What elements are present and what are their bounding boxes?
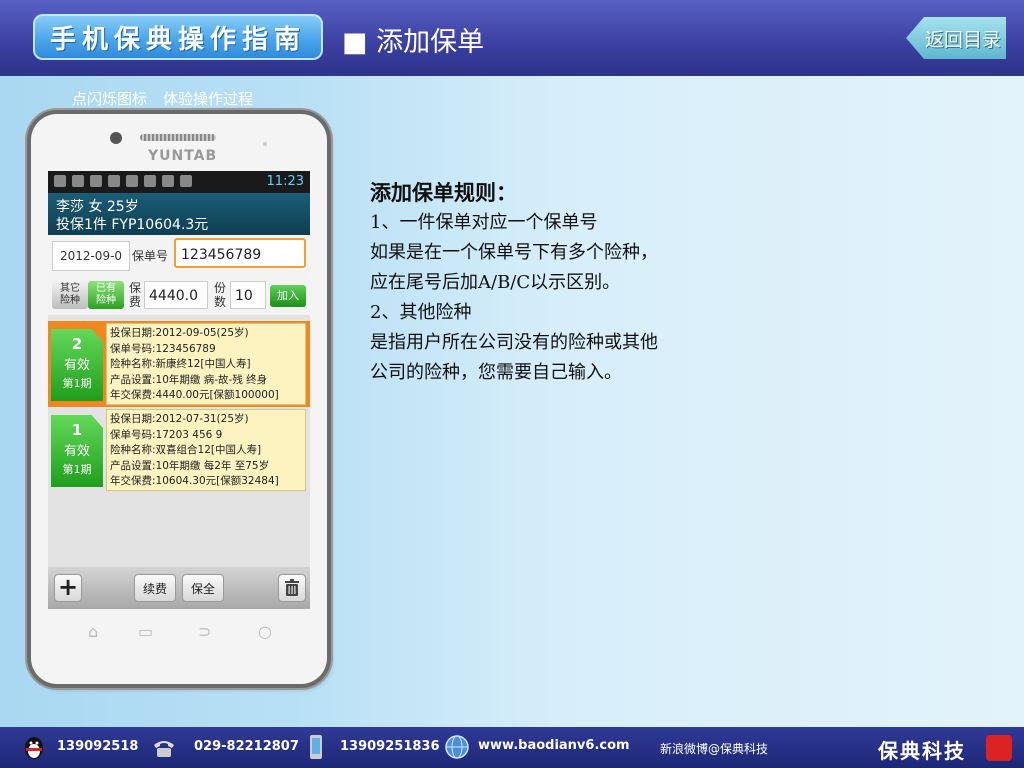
policy-info-line: 投保日期:2012-07-31(25岁) [110,413,249,425]
usb-icon [54,175,66,187]
add-policy-button[interactable]: 加入 [270,285,306,307]
rules-line: 2、其他险种 [370,302,472,323]
rules-line: 如果是在一个保单号下有多个险种， [370,242,658,263]
policy-info-line: 年交保费:4440.00元[保额100000] [110,389,279,402]
policy-card[interactable]: 1 有效 第1期 投保日期:2012-07-31(25岁) 保单号码:17203… [48,407,310,493]
footer-website[interactable]: www.baodianv6.com [478,738,630,753]
status-time: 11:23 [266,174,304,189]
signal-icon [162,175,174,187]
status-icons [54,175,192,187]
header-bar: 手机保典操作指南 ■ 添加保单 返回目录 [0,0,1024,76]
camera-icon [110,132,122,144]
qty-input[interactable]: 10 [230,281,266,309]
android-icon [72,175,84,187]
hint-part1: 点闪烁图标 [72,90,148,108]
policy-info-line: 保单号码:17203 456 9 [110,428,223,441]
rules-panel: 添加保单规则： 1、一件保单对应一个保单号 如果是在一个保单号下有多个险种， 应… [370,178,658,388]
footer-qq: 139092518 [57,739,139,754]
rules-heading: 添加保单规则： [370,180,517,205]
footer-tel: 029-82212807 [194,739,299,754]
notification-icon [108,175,120,187]
sensor-dot [263,142,267,146]
add-icon[interactable]: + [54,574,82,602]
hint-part2: 体验操作过程 [163,90,254,108]
renew-button[interactable]: 续费 [134,574,176,602]
clock-icon [126,175,138,187]
policy-no-label: 保单号 [132,249,169,263]
mobile-phone-icon [310,735,322,759]
footer-mobile: 13909251836 [340,739,440,754]
policy-badge: 2 有效 第1期 [51,329,103,401]
back-icon[interactable]: ⊃ [198,622,211,641]
app-icon [90,175,102,187]
policy-info-line: 产品设置:10年期缴 病-故-残 终身 [110,373,268,386]
back-to-contents-button[interactable]: 返回目录 [906,17,1006,59]
status-bar: 11:23 [48,171,310,193]
rules-line: 是指用户所在公司没有的险种或其他 [370,332,658,353]
back-button-label: 返回目录 [924,28,1001,51]
tab-existing-insurance[interactable]: 已有 险种 [88,281,124,309]
search-icon[interactable]: ○ [258,622,272,641]
rules-line: 1、一件保单对应一个保单号 [370,212,598,233]
policy-card[interactable]: 2 有效 第1期 投保日期:2012-09-05(25岁) 保单号码:12345… [48,321,310,407]
policy-info: 投保日期:2012-09-05(25岁) 保单号码:123456789 险种名称… [106,323,306,405]
tab-other-insurance[interactable]: 其它 险种 [52,281,88,309]
policy-info: 投保日期:2012-07-31(25岁) 保单号码:17203 456 9 险种… [106,409,306,491]
customer-fyp-line: 投保1件 FYP10604.3元 [56,217,209,233]
guide-logo: 手机保典操作指南 [33,14,323,60]
policy-info-line: 年交保费:10604.30元[保额32484] [110,475,279,488]
phone-softkeys: ⌂ ▭ ⊃ ○ [48,622,310,652]
battery-icon [180,175,192,187]
policy-info-line: 投保日期:2012-09-05(25岁) [110,327,249,339]
policy-status: 有效 [63,444,90,459]
home-icon[interactable]: ⌂ [88,622,98,641]
policy-info-line: 产品设置:10年期缴 每2年 至75岁 [110,459,270,472]
customer-summary: 李莎 女 25岁 投保1件 FYP10604.3元 [48,193,310,235]
date-field[interactable]: 2012-09-0 [52,241,130,271]
menu-icon[interactable]: ▭ [138,622,153,641]
rules-line: 应在尾号后加A/B/C以示区别。 [370,272,621,293]
trash-glyph [285,579,299,596]
policy-info-line: 险种名称:新康终12[中国人寿] [110,358,251,371]
policy-period: 第1期 [62,377,92,390]
policy-input-row: 2012-09-0 保单号 123456789 [48,235,310,275]
policy-info-line: 险种名称:双喜组合12[中国人寿] [110,444,262,457]
footer-bar: 139092518 029-82212807 13909251836 www.b… [0,727,1024,768]
policy-period: 第1期 [62,463,92,476]
hint-text: 点闪烁图标 体验操作过程 [72,88,269,109]
phone-brand: YUNTAB [148,148,218,164]
policy-number: 2 [71,335,83,353]
insurance-tab-row: 其它 险种 已有 险种 保 费 4440.0 份 数 10 加入 [48,275,310,315]
fee-input[interactable]: 4440.0 [144,281,208,309]
fee-label: 保 费 [128,281,141,309]
preserve-button[interactable]: 保全 [182,574,224,602]
policy-status: 有效 [63,358,90,373]
speaker-icon [140,134,216,141]
qty-label: 份 数 [213,281,226,309]
policy-no-input[interactable]: 123456789 [174,238,306,268]
page-title: ■ 添加保单 [342,27,485,58]
policy-number: 1 [71,421,83,439]
bottom-toolbar: + 续费 保全 [48,567,310,609]
trash-icon[interactable] [278,574,306,602]
rules-line: 公司的险种，您需要自己输入。 [370,362,622,383]
customer-name-line: 李莎 女 25岁 [56,199,139,215]
telephone-icon [154,741,174,757]
footer-brand: 保典科技 [878,739,966,763]
footer-weibo[interactable]: 新浪微博@保典科技 [660,740,768,757]
policy-info-line: 保单号码:123456789 [110,342,216,355]
wifi-icon [144,175,156,187]
qq-penguin-icon [25,737,43,759]
globe-icon [445,735,469,759]
policy-list: 2 有效 第1期 投保日期:2012-09-05(25岁) 保单号码:12345… [48,317,310,567]
policy-badge: 1 有效 第1期 [51,415,103,487]
phone-screen: 11:23 李莎 女 25岁 投保1件 FYP10604.3元 2012-09-… [48,171,310,609]
brand-logo-icon [986,735,1012,761]
